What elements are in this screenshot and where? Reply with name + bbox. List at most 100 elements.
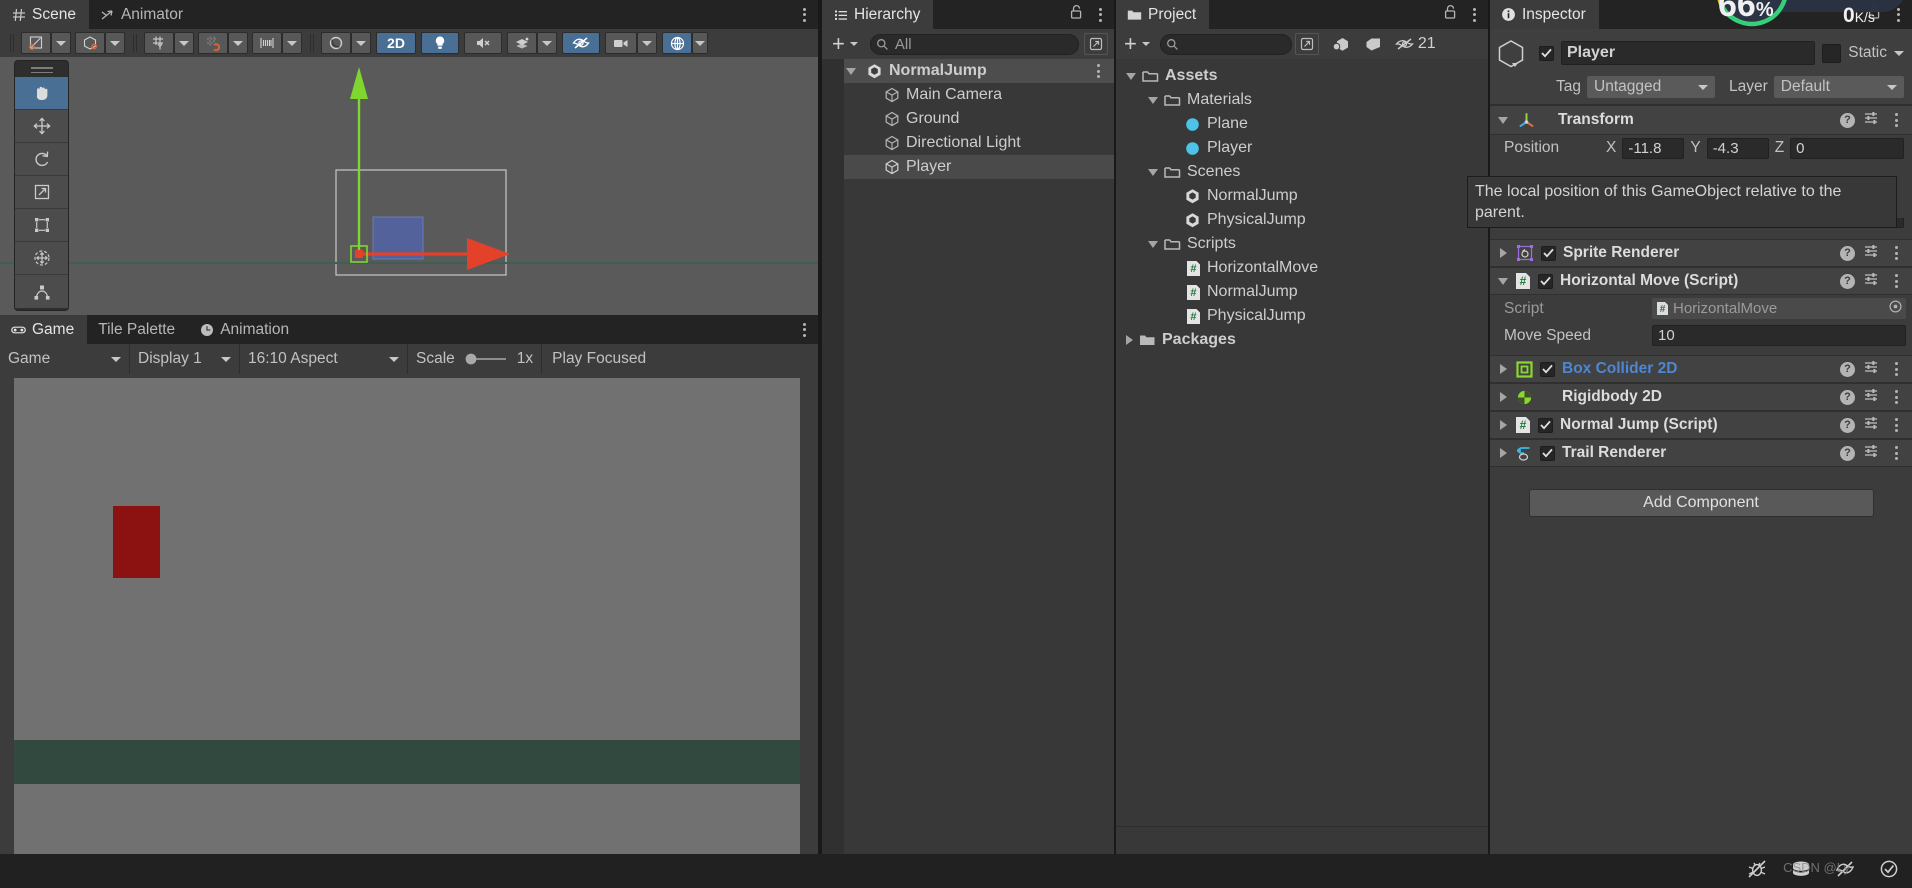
chevron-right-icon[interactable] — [1500, 420, 1507, 430]
snap-increment-dropdown[interactable] — [282, 32, 302, 54]
project-item-materials[interactable]: Materials — [1116, 88, 1488, 112]
component-menu[interactable] — [1888, 415, 1904, 435]
chevron-right-icon[interactable] — [1500, 448, 1507, 458]
project-item-player-material[interactable]: Player — [1116, 136, 1488, 160]
project-item-script-horizontalmove[interactable]: # HorizontalMove — [1116, 256, 1488, 280]
project-item-scenes[interactable]: Scenes — [1116, 160, 1488, 184]
chevron-down-icon[interactable] — [1498, 116, 1508, 124]
object-picker-icon[interactable] — [1889, 299, 1902, 318]
fx-toggle-dropdown[interactable] — [537, 32, 557, 54]
chevron-down-icon[interactable] — [1148, 96, 1158, 104]
component-header-horizontal-move[interactable]: # Horizontal Move (Script) ? — [1490, 267, 1912, 295]
snap-increment-button[interactable] — [252, 32, 282, 54]
project-item-scene-normaljump[interactable]: NormalJump — [1116, 184, 1488, 208]
grid-snapping-dropdown[interactable] — [228, 32, 248, 54]
tag-dropdown[interactable]: Untagged — [1587, 76, 1715, 98]
hierarchy-item-directional-light[interactable]: Directional Light — [822, 131, 1114, 155]
tab-game[interactable]: Game — [0, 315, 88, 344]
project-expand-button[interactable] — [1294, 33, 1319, 55]
hierarchy-item-player[interactable]: Player — [822, 155, 1114, 179]
gizmos-toggle-dropdown[interactable] — [692, 32, 708, 54]
chevron-right-icon[interactable] — [1500, 364, 1507, 374]
script-object-field[interactable]: # HorizontalMove — [1652, 298, 1906, 319]
game-options-menu[interactable] — [796, 320, 812, 340]
position-x-input[interactable]: -11.8 — [1622, 137, 1685, 159]
component-menu[interactable] — [1888, 271, 1904, 291]
debug-off-icon[interactable] — [1746, 859, 1768, 884]
component-enabled-checkbox[interactable] — [1541, 245, 1556, 261]
project-add-button[interactable]: + — [1120, 33, 1154, 55]
grid-visibility-dropdown[interactable] — [174, 32, 194, 54]
project-item-packages[interactable]: Packages — [1116, 328, 1488, 352]
rect-tool-button[interactable] — [15, 209, 68, 242]
project-options-menu[interactable] — [1466, 5, 1482, 25]
project-item-scene-physicaljump[interactable]: PhysicalJump — [1116, 208, 1488, 232]
move-tool-button[interactable] — [15, 110, 68, 143]
hierarchy-item-ground[interactable]: Ground — [822, 107, 1114, 131]
help-icon[interactable]: ? — [1840, 273, 1855, 289]
draw-mode-dropdown[interactable] — [105, 32, 125, 54]
scene-visibility-dropdown[interactable] — [351, 32, 371, 54]
component-header-sprite-renderer[interactable]: Sprite Renderer ? — [1490, 239, 1912, 267]
play-focused-button[interactable]: Play Focused — [542, 344, 656, 374]
scene-visibility-button[interactable] — [321, 32, 351, 54]
project-filter-type-button[interactable] — [1324, 33, 1357, 55]
component-menu[interactable] — [1888, 443, 1904, 463]
shading-mode-dropdown[interactable] — [51, 32, 71, 54]
static-dropdown-icon[interactable] — [1894, 50, 1904, 56]
2d-toggle-button[interactable]: 2D — [376, 32, 416, 54]
rotate-tool-button[interactable] — [15, 143, 68, 176]
component-enabled-checkbox[interactable] — [1538, 273, 1553, 289]
check-circle-icon[interactable] — [1878, 859, 1900, 884]
hierarchy-item-menu[interactable] — [1090, 61, 1106, 81]
scene-options-menu[interactable] — [796, 5, 812, 25]
scale-slider-group[interactable]: Scale 1x — [408, 344, 543, 374]
hierarchy-empty-area[interactable] — [822, 183, 1114, 854]
fx-toggle-button[interactable] — [507, 32, 537, 54]
project-hidden-count[interactable]: 21 — [1394, 35, 1436, 53]
add-component-button[interactable]: Add Component — [1528, 489, 1874, 517]
draw-mode-button[interactable] — [75, 32, 105, 54]
preset-icon[interactable] — [1864, 243, 1879, 263]
component-header-trail-renderer[interactable]: Trail Renderer ? — [1490, 439, 1912, 467]
component-menu[interactable] — [1888, 359, 1904, 379]
hierarchy-expand-button[interactable] — [1084, 33, 1108, 55]
game-viewport[interactable] — [14, 378, 800, 876]
tab-tile-palette[interactable]: Tile Palette — [87, 315, 188, 344]
hand-tool-button[interactable] — [15, 77, 68, 110]
display-dropdown[interactable]: Display 1 — [130, 344, 240, 374]
project-filter-label-button[interactable] — [1358, 33, 1389, 55]
target-display-dropdown[interactable]: Game — [0, 344, 130, 374]
project-search-input[interactable] — [1159, 33, 1292, 55]
help-icon[interactable]: ? — [1840, 112, 1855, 128]
chevron-down-icon[interactable] — [1498, 277, 1508, 285]
preset-icon[interactable] — [1864, 271, 1879, 291]
preset-icon[interactable] — [1864, 443, 1879, 463]
component-menu[interactable] — [1888, 243, 1904, 263]
hierarchy-item-main-camera[interactable]: Main Camera — [822, 83, 1114, 107]
project-item-plane[interactable]: Plane — [1116, 112, 1488, 136]
custom-tool-button[interactable] — [15, 275, 68, 308]
tab-animator[interactable]: Animator — [89, 0, 196, 29]
component-enabled-checkbox[interactable] — [1540, 361, 1555, 377]
project-item-assets[interactable]: Assets — [1116, 64, 1488, 88]
shading-mode-button[interactable] — [21, 32, 51, 54]
scene-viewport[interactable] — [0, 57, 818, 315]
transform-tool-button[interactable] — [15, 242, 68, 275]
grid-snapping-button[interactable] — [198, 32, 228, 54]
scale-tool-button[interactable] — [15, 176, 68, 209]
hierarchy-item-normaljump[interactable]: NormalJump — [822, 59, 1114, 83]
tab-animation[interactable]: Animation — [188, 315, 302, 344]
lock-icon[interactable] — [1443, 4, 1458, 25]
project-item-script-normaljump[interactable]: # NormalJump — [1116, 280, 1488, 304]
chevron-right-icon[interactable] — [1126, 335, 1133, 345]
help-icon[interactable]: ? — [1840, 417, 1855, 433]
camera-settings-button[interactable] — [605, 32, 637, 54]
tab-inspector[interactable]: Inspector — [1490, 0, 1599, 29]
move-speed-input[interactable]: 10 — [1652, 325, 1906, 346]
gizmos-toggle-button[interactable] — [662, 32, 692, 54]
component-menu[interactable] — [1888, 387, 1904, 407]
hierarchy-add-button[interactable]: + — [828, 33, 862, 55]
tab-scene[interactable]: Scene — [0, 0, 89, 29]
chevron-right-icon[interactable] — [1500, 392, 1507, 402]
